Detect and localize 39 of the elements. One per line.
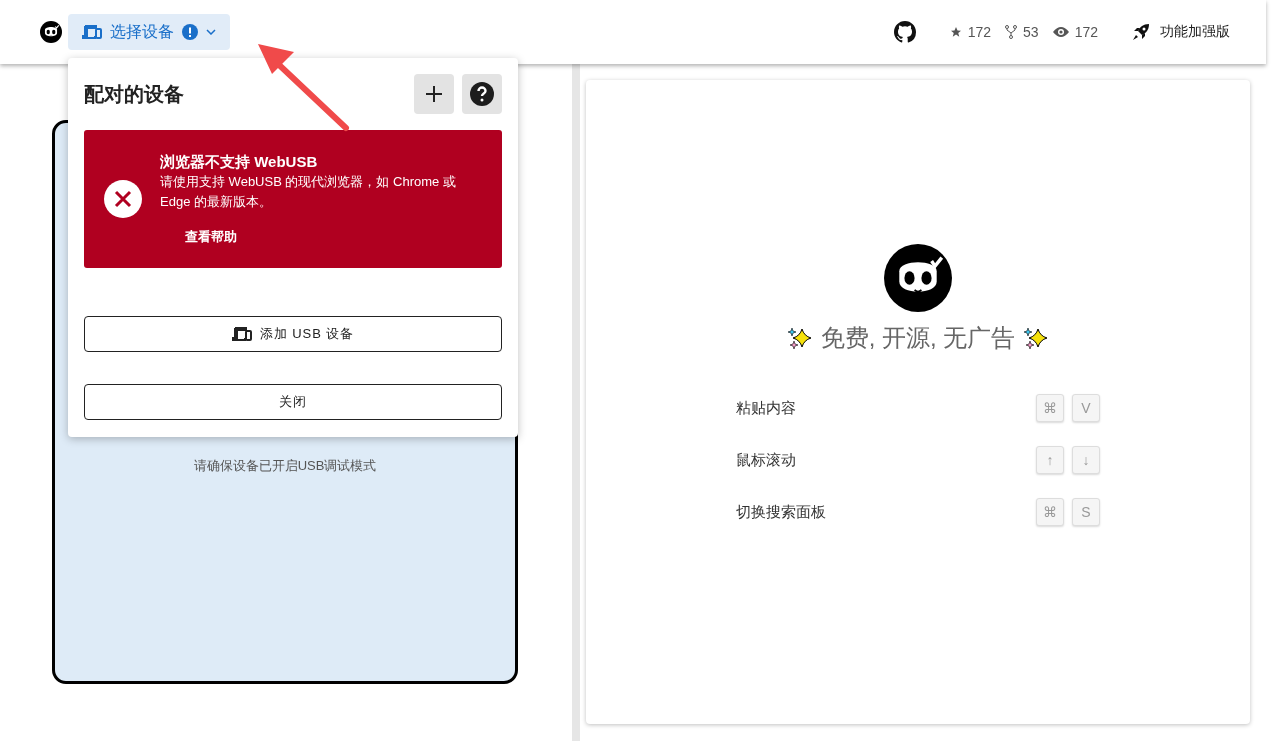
devices-icon (82, 25, 102, 39)
shortcut-label: 鼠标滚动 (736, 450, 796, 470)
tagline: 免费, 开源, 无广告 (820, 323, 1016, 353)
add-button[interactable] (414, 74, 454, 114)
sparkles-icon (1023, 325, 1050, 351)
help-link[interactable]: 查看帮助 (185, 227, 480, 246)
add-usb-device-button[interactable]: 添加 USB 设备 (84, 316, 502, 352)
keyboard-key: ⌘ (1036, 498, 1064, 526)
error-icon (104, 180, 142, 218)
enhanced-version-link[interactable]: 功能加强版 (1126, 22, 1236, 42)
stat-count: 172 (1074, 24, 1098, 40)
keyboard-key: ⌘ (1036, 394, 1064, 422)
shortcut-label: 粘贴内容 (736, 398, 796, 418)
plus-icon (426, 86, 442, 102)
shortcut-label: 切换搜索面板 (736, 502, 826, 522)
star-icon (949, 26, 962, 38)
rocket-icon (1132, 23, 1150, 41)
keyboard-key: ↓ (1072, 446, 1100, 474)
keyboard-key: V (1072, 394, 1100, 422)
eye-icon (1052, 26, 1069, 38)
devices-icon (231, 327, 252, 341)
stat-count: 172 (967, 24, 992, 40)
panda-logo-icon (884, 244, 952, 312)
popover-title: 配对的设备 (84, 81, 185, 107)
usb-debug-hint: 请确保设备已开启USB调试模式 (193, 457, 377, 475)
help-icon (470, 82, 494, 106)
error-message: 请使用支持 WebUSB 的现代浏览器，如 Chrome 或 Edge 的最新版本。 (160, 172, 457, 211)
stat-count: 53 (1023, 24, 1039, 40)
panda-logo-icon (40, 21, 62, 43)
sparkles-icon (786, 325, 813, 351)
error-title: 浏览器不支持 WebUSB (160, 152, 319, 172)
close-button[interactable]: 关闭 (84, 384, 502, 420)
fork-icon (1005, 25, 1018, 39)
select-device-button[interactable]: 选择设备 (68, 14, 230, 50)
github-icon[interactable] (893, 21, 916, 43)
keyboard-key: ↑ (1036, 446, 1064, 474)
help-button[interactable] (462, 74, 502, 114)
chevron-down-icon (206, 29, 216, 35)
keyboard-key: S (1072, 498, 1100, 526)
